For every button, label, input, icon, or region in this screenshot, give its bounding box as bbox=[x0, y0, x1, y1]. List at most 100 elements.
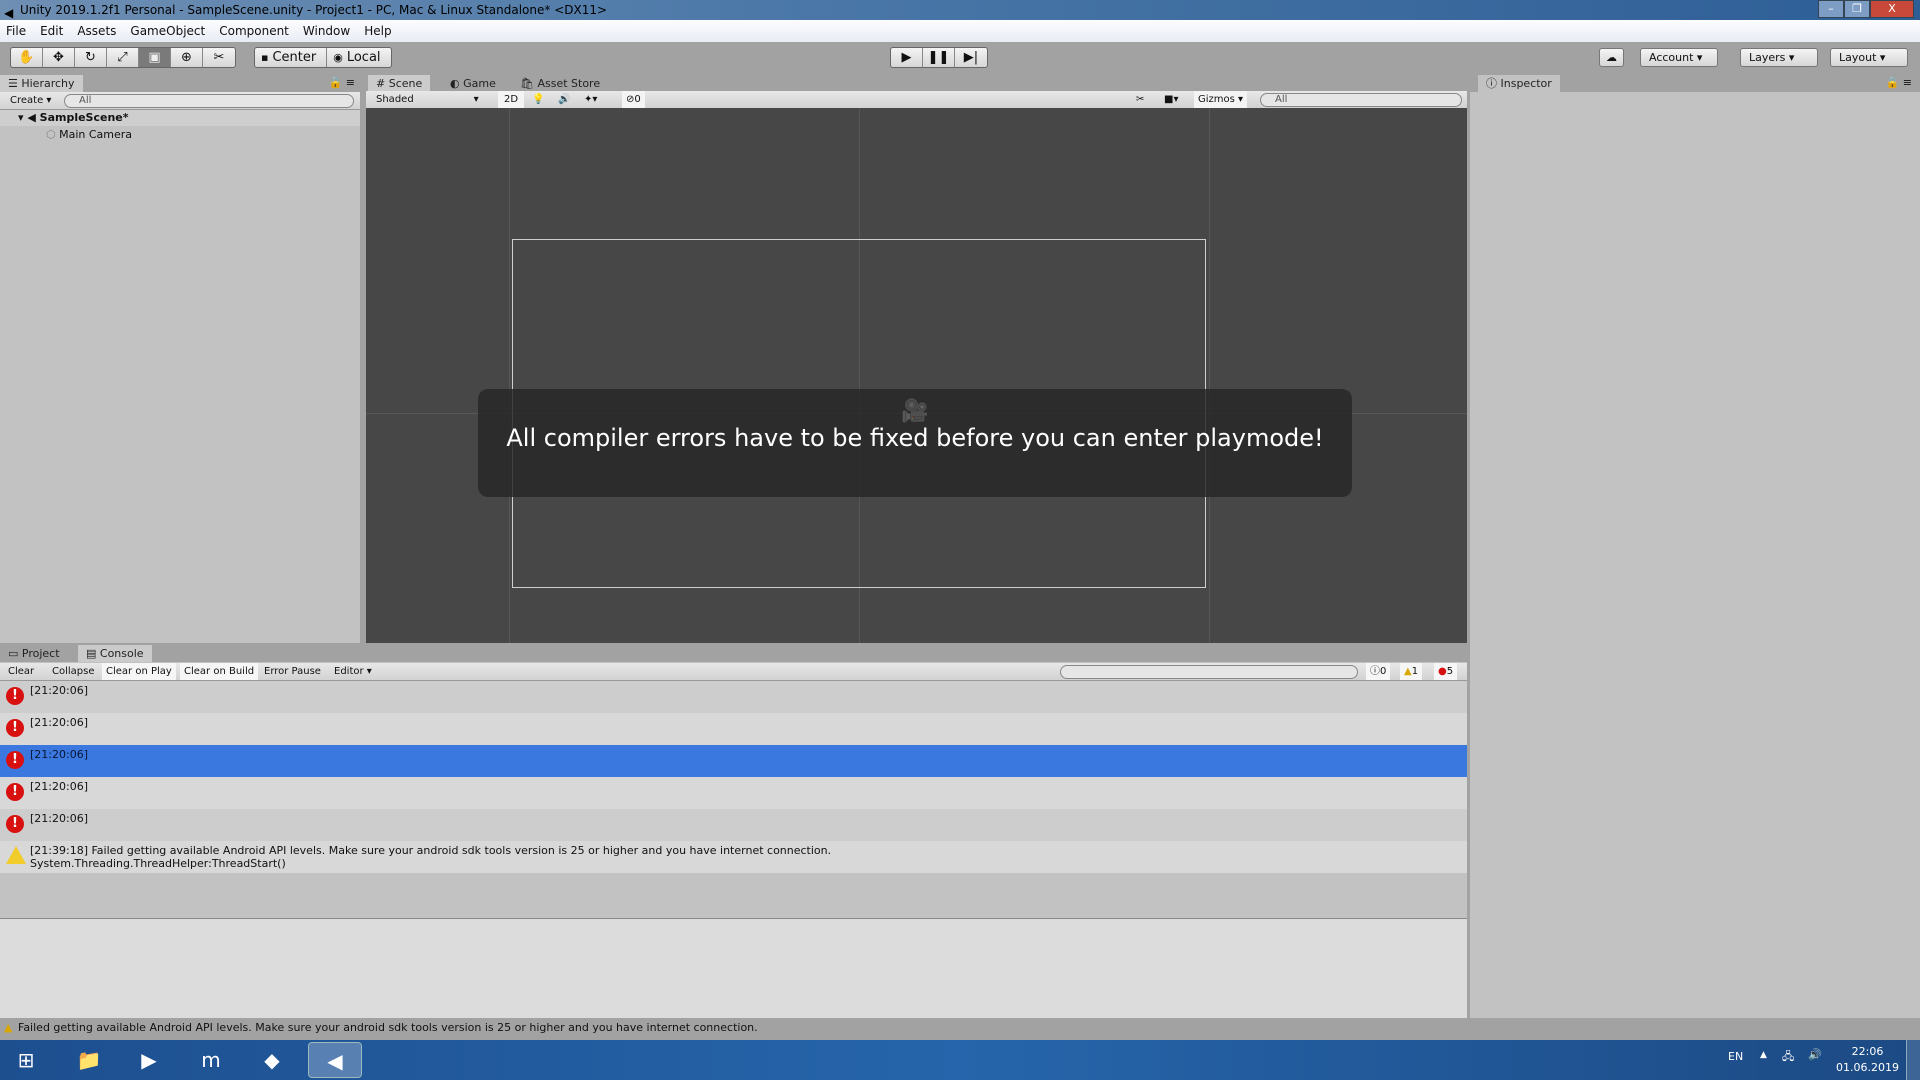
2d-toggle[interactable]: 2D bbox=[498, 91, 525, 108]
pause-button[interactable]: ❚❚ bbox=[923, 48, 955, 67]
menu-assets[interactable]: Assets bbox=[77, 24, 116, 38]
console-entry[interactable]: ! [21:20:06] bbox=[0, 809, 1467, 841]
rotate-tool-icon[interactable]: ↻ bbox=[75, 48, 107, 67]
scene-search-input[interactable]: All bbox=[1260, 93, 1462, 107]
warning-icon: ▲ bbox=[4, 1021, 13, 1034]
pivot-center-button[interactable]: ▪ Center bbox=[255, 48, 328, 67]
media-player-icon[interactable]: ▶ bbox=[122, 1042, 176, 1078]
menu-window[interactable]: Window bbox=[303, 24, 350, 38]
show-desktop-button[interactable] bbox=[1906, 1040, 1920, 1080]
error-icon: ! bbox=[6, 815, 24, 833]
close-button[interactable]: X bbox=[1870, 0, 1914, 18]
editor-dropdown[interactable]: Editor ▾ bbox=[330, 663, 376, 680]
clock[interactable]: 22:06 01.06.2019 bbox=[1836, 1044, 1899, 1076]
clear-on-play-toggle[interactable]: Clear on Play bbox=[102, 663, 176, 680]
console-search-input[interactable] bbox=[1060, 665, 1358, 679]
error-pause-toggle[interactable]: Error Pause bbox=[260, 663, 325, 680]
scene-root-item[interactable]: ▾ ◀ SampleScene* bbox=[0, 110, 360, 126]
scale-tool-icon[interactable]: ⤢ bbox=[107, 48, 139, 67]
panel-menu-icon[interactable]: 🔒 ≡ bbox=[329, 76, 355, 89]
status-bar[interactable]: ▲ Failed getting available Android API l… bbox=[0, 1018, 1920, 1038]
audio-toggle-icon[interactable]: 🔊 bbox=[558, 91, 570, 108]
step-button[interactable]: ▶| bbox=[955, 48, 987, 67]
tab-inspector[interactable]: ⓘ Inspector bbox=[1478, 75, 1560, 92]
tab-project[interactable]: ▭ Project bbox=[0, 645, 68, 662]
tab-scene[interactable]: # Scene bbox=[368, 75, 431, 92]
play-button[interactable]: ▶ bbox=[891, 48, 923, 67]
windows-taskbar: ⊞ 📁 ▶ m ◆ ◀ EN ▲ 🖧 🔊 22:06 01.06.2019 bbox=[0, 1040, 1920, 1080]
console-toolbar: Clear Collapse Clear on Play Clear on Bu… bbox=[0, 663, 1467, 681]
menu-edit[interactable]: Edit bbox=[40, 24, 63, 38]
console-details-area bbox=[0, 919, 1467, 1018]
tab-asset-store[interactable]: 🛍 Asset Store bbox=[512, 75, 608, 92]
error-icon: ! bbox=[6, 687, 24, 705]
layers-dropdown[interactable]: Layers ▾ bbox=[1740, 48, 1818, 67]
pivot-group: ▪ Center ◉ Local bbox=[254, 47, 392, 68]
minimize-button[interactable]: – bbox=[1818, 0, 1844, 18]
playback-controls: ▶ ❚❚ ▶| bbox=[890, 47, 988, 68]
clear-on-build-toggle[interactable]: Clear on Build bbox=[180, 663, 259, 680]
menu-file[interactable]: File bbox=[6, 24, 26, 38]
tab-game[interactable]: ◐ Game bbox=[442, 75, 504, 92]
console-entry[interactable]: ! [21:20:06] bbox=[0, 777, 1467, 809]
unity-taskbar-icon[interactable]: ◀ bbox=[308, 1042, 362, 1078]
hierarchy-search-input[interactable]: All bbox=[64, 94, 354, 108]
console-entry[interactable]: ! [21:20:06] bbox=[0, 713, 1467, 745]
clear-button[interactable]: Clear bbox=[4, 663, 38, 680]
console-entry[interactable]: ! [21:20:06] bbox=[0, 681, 1467, 713]
shading-dropdown[interactable]: Shaded ▾ bbox=[376, 91, 479, 108]
gizmos-dropdown[interactable]: Gizmos ▾ bbox=[1194, 91, 1248, 108]
menu-help[interactable]: Help bbox=[364, 24, 391, 38]
lighting-toggle-icon[interactable]: 💡 bbox=[532, 91, 544, 108]
cloud-button[interactable]: ☁ bbox=[1599, 48, 1624, 67]
menu-gameobject[interactable]: GameObject bbox=[130, 24, 205, 38]
notification-overlay: 🎥 All compiler errors have to be fixed b… bbox=[478, 389, 1352, 497]
transform-tools: ✋ ✥ ↻ ⤢ ▣ ⊕ ✂ bbox=[10, 47, 236, 68]
console-entry[interactable]: [21:39:18] Failed getting available Andr… bbox=[0, 841, 1467, 873]
create-dropdown[interactable]: Create ▾ bbox=[0, 95, 51, 106]
explorer-icon[interactable]: 📁 bbox=[62, 1042, 116, 1078]
transform-tool-icon[interactable]: ⊕ bbox=[171, 48, 203, 67]
console-panel: ▭ Project ▤ Console Clear Collapse Clear… bbox=[0, 643, 1467, 1018]
hierarchy-item[interactable]: ⬡ Main Camera bbox=[46, 127, 132, 143]
custom-tool-icon[interactable]: ✂ bbox=[203, 48, 235, 67]
scene-toolbar: Shaded ▾ 2D 💡 🔊 ✦▾ ⊘0 ✂ ■▾ Gizmos ▾ All bbox=[366, 91, 1467, 109]
app-gem-icon[interactable]: ◆ bbox=[245, 1042, 299, 1078]
volume-icon[interactable]: 🔊 bbox=[1808, 1048, 1822, 1061]
effects-dropdown-icon[interactable]: ✦▾ bbox=[584, 91, 597, 108]
tab-hierarchy[interactable]: ☰ Hierarchy bbox=[0, 75, 83, 92]
camera-icon: 🎥 bbox=[901, 399, 929, 424]
app-m-icon[interactable]: m bbox=[184, 1042, 238, 1078]
network-icon[interactable]: 🖧 bbox=[1782, 1048, 1794, 1067]
hidden-objects-toggle[interactable]: ⊘0 bbox=[622, 91, 645, 108]
tab-console[interactable]: ▤ Console bbox=[78, 645, 152, 662]
error-icon: ! bbox=[6, 719, 24, 737]
error-filter-toggle[interactable]: ●5 bbox=[1434, 663, 1458, 680]
menu-component[interactable]: Component bbox=[219, 24, 289, 38]
title-bar: ◀ Unity 2019.1.2f1 Personal - SampleScen… bbox=[0, 0, 1920, 20]
tray-expand-icon[interactable]: ▲ bbox=[1760, 1050, 1767, 1060]
move-tool-icon[interactable]: ✥ bbox=[43, 48, 75, 67]
info-filter-toggle[interactable]: ⓘ0 bbox=[1366, 663, 1391, 680]
account-dropdown[interactable]: Account ▾ bbox=[1640, 48, 1718, 67]
start-button[interactable]: ⊞ bbox=[6, 1042, 46, 1078]
scene-viewport[interactable]: 🎥 All compiler errors have to be fixed b… bbox=[366, 108, 1467, 643]
layout-dropdown[interactable]: Layout ▾ bbox=[1830, 48, 1908, 67]
console-entry-selected[interactable]: ! [21:20:06] bbox=[0, 745, 1467, 777]
camera-dropdown-icon[interactable]: ■▾ bbox=[1164, 91, 1178, 108]
gameobject-icon: ⬡ bbox=[46, 128, 56, 141]
notification-text: All compiler errors have to be fixed bef… bbox=[506, 424, 1324, 452]
language-indicator[interactable]: EN bbox=[1728, 1050, 1743, 1063]
warning-icon bbox=[6, 846, 26, 864]
warning-filter-toggle[interactable]: ▲1 bbox=[1400, 663, 1423, 680]
inspector-lock-icon[interactable]: 🔒 ≡ bbox=[1886, 76, 1912, 89]
scene-tabs: # Scene ◐ Game 🛍 Asset Store bbox=[366, 73, 1467, 92]
hand-tool-icon[interactable]: ✋ bbox=[11, 48, 43, 67]
maximize-button[interactable]: ❐ bbox=[1844, 0, 1870, 18]
tools-icon[interactable]: ✂ bbox=[1136, 91, 1144, 108]
rect-tool-icon[interactable]: ▣ bbox=[139, 48, 171, 67]
cloud-icon: ☁ bbox=[1606, 51, 1617, 64]
pivot-local-button[interactable]: ◉ Local bbox=[327, 48, 390, 67]
collapse-button[interactable]: Collapse bbox=[48, 663, 99, 680]
info-icon: ⓘ bbox=[1486, 77, 1497, 90]
